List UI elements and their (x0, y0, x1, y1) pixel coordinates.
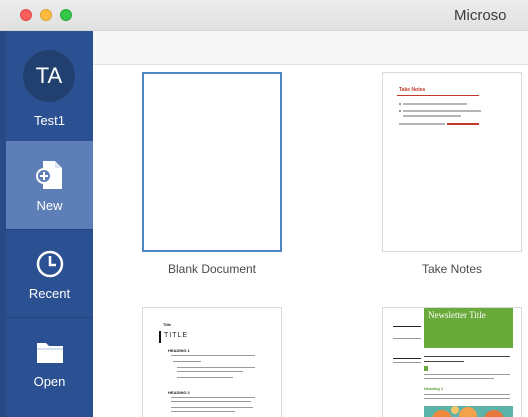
preview-bullet (399, 110, 401, 112)
sidebar-item-label: New (36, 198, 63, 213)
preview-line (171, 411, 235, 412)
preview-line (171, 355, 255, 356)
preview-line (424, 361, 464, 362)
minimize-window-button[interactable] (40, 9, 52, 21)
preview-line (177, 367, 255, 368)
preview-heading: Heading 1 (424, 386, 444, 391)
template-newsletter[interactable]: Newsletter Title Heading 1 (382, 307, 522, 417)
preview-bullet (399, 103, 401, 105)
fruit-photo-icon (424, 406, 513, 417)
preview-line (393, 326, 421, 327)
close-window-button[interactable] (20, 9, 32, 21)
template-gallery: Blank Document Take Notes Take Notes Tit… (93, 31, 528, 417)
sidebar-item-recent[interactable]: Recent (6, 229, 93, 317)
preview-accent (424, 366, 428, 371)
sidebar-item-open[interactable]: Open (6, 317, 93, 405)
preview-label: Title (163, 322, 172, 327)
user-name: Test1 (33, 113, 66, 128)
window-title: Microso (454, 7, 507, 24)
preview-line (393, 338, 421, 339)
preview-line (403, 115, 461, 117)
preview-link (447, 123, 479, 125)
preview-line (173, 361, 201, 362)
preview-title-bar (159, 331, 161, 343)
preview-line (403, 103, 467, 105)
folder-icon (37, 343, 63, 363)
preview-line (424, 378, 494, 379)
preview-line (424, 356, 510, 357)
preview-line (393, 362, 421, 363)
template-caption: Blank Document (167, 262, 257, 276)
preview-line (399, 123, 445, 125)
preview-line (424, 374, 510, 375)
template-take-notes[interactable]: Take Notes (382, 72, 522, 252)
gallery-toolbar (93, 31, 528, 65)
sidebar: TA Test1 New Recent Open (6, 31, 93, 417)
preview-heading: HEADING 1 (168, 348, 190, 353)
sidebar-item-label: Recent (28, 286, 71, 301)
preview-line (424, 398, 510, 399)
preview-line (424, 394, 510, 395)
user-account[interactable]: TA Test1 (6, 31, 93, 141)
template-title-document[interactable]: Title TITLE HEADING 1 HEADING 2 (142, 307, 282, 417)
preview-line (171, 401, 251, 402)
avatar[interactable]: TA (23, 50, 75, 102)
preview-rule (397, 95, 479, 96)
clock-icon (36, 250, 64, 278)
title-bar: Microso (0, 0, 528, 31)
preview-title: TITLE (164, 332, 189, 339)
preview-line (393, 358, 421, 359)
preview-line (171, 397, 255, 398)
preview-line (171, 407, 253, 408)
sidebar-item-label: Open (33, 374, 66, 389)
zoom-window-button[interactable] (60, 9, 72, 21)
sidebar-item-new[interactable]: New (6, 141, 93, 229)
preview-line (403, 110, 481, 112)
template-blank-document[interactable] (142, 72, 282, 252)
preview-heading: HEADING 2 (168, 390, 190, 395)
preview-line (177, 371, 243, 372)
preview-title: Take Notes (399, 87, 426, 93)
template-caption: Take Notes (421, 262, 483, 276)
preview-line (177, 377, 233, 378)
preview-title: Newsletter Title (428, 310, 486, 320)
new-document-icon (36, 161, 62, 189)
preview-photo (424, 406, 513, 417)
